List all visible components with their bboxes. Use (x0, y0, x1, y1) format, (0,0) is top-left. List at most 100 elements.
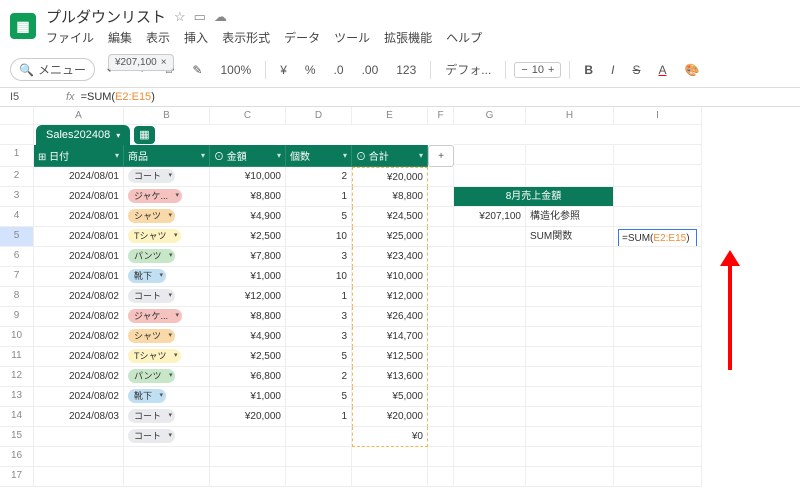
cell-date-2[interactable]: 2024/08/01 (34, 167, 124, 187)
rowhdr-3[interactable]: 3 (0, 187, 34, 207)
cell-tot-12[interactable]: ¥13,600 (352, 367, 428, 387)
rowhdr-15[interactable]: 15 (0, 427, 34, 447)
rowhdr-12[interactable]: 12 (0, 367, 34, 387)
col-A[interactable]: A (34, 107, 124, 125)
rowhdr-14[interactable]: 14 (0, 407, 34, 427)
col-C[interactable]: C (210, 107, 286, 125)
font-size-decrease[interactable]: − (521, 64, 527, 76)
cell-date-7[interactable]: 2024/08/01 (34, 267, 124, 287)
cell-tot-10[interactable]: ¥14,700 (352, 327, 428, 347)
cell-i5[interactable]: =SUM(E2:E15) (614, 227, 702, 247)
empty-16-7[interactable] (526, 447, 614, 467)
empty-17-3[interactable] (286, 467, 352, 487)
cell-prod-7[interactable]: 靴下 (124, 267, 210, 287)
cell-tot-9[interactable]: ¥26,400 (352, 307, 428, 327)
cell-tot-8[interactable]: ¥12,000 (352, 287, 428, 307)
cell-amt-3[interactable]: ¥8,800 (210, 187, 286, 207)
cell-prod-3[interactable]: ジャケ... (124, 187, 210, 207)
font-select[interactable]: デフォ... (439, 58, 497, 81)
product-chip[interactable]: パンツ (128, 369, 175, 383)
text-color-button[interactable]: A (652, 60, 672, 80)
cell-qty-8[interactable]: 1 (286, 287, 352, 307)
rowhdr-6[interactable]: 6 (0, 247, 34, 267)
product-chip[interactable]: コート (128, 289, 175, 303)
rowhdr-11[interactable]: 11 (0, 347, 34, 367)
cell-amt-6[interactable]: ¥7,800 (210, 247, 286, 267)
rowhdr-5[interactable]: 5 (0, 227, 34, 247)
menu-7[interactable]: 拡張機能 (384, 29, 432, 46)
menu-5[interactable]: データ (284, 29, 320, 46)
cell-qty-10[interactable]: 3 (286, 327, 352, 347)
product-chip[interactable]: コート (128, 169, 175, 183)
cell-date-5[interactable]: 2024/08/01 (34, 227, 124, 247)
cell-amt-8[interactable]: ¥12,000 (210, 287, 286, 307)
product-chip[interactable]: ジャケ... (128, 309, 182, 323)
rowhdr-16[interactable]: 16 (0, 447, 34, 467)
menu-6[interactable]: ツール (334, 29, 370, 46)
product-chip[interactable]: Tシャツ (128, 229, 181, 243)
table-options-icon[interactable]: ▦ (134, 126, 154, 144)
star-icon[interactable]: ☆ (174, 9, 186, 25)
product-chip[interactable]: 靴下 (128, 269, 166, 283)
cell-qty-6[interactable]: 3 (286, 247, 352, 267)
rowhdr-2[interactable]: 2 (0, 167, 34, 187)
cell-tot-6[interactable]: ¥23,400 (352, 247, 428, 267)
cell-prod-9[interactable]: ジャケ... (124, 307, 210, 327)
cell-amt-2[interactable]: ¥10,000 (210, 167, 286, 187)
paint-format-button[interactable]: ✎ (186, 60, 208, 80)
cell-prod-4[interactable]: シャツ (124, 207, 210, 227)
product-chip[interactable]: パンツ (128, 249, 175, 263)
cell-qty-7[interactable]: 10 (286, 267, 352, 287)
col-I[interactable]: I (614, 107, 702, 125)
rowhdr-17[interactable]: 17 (0, 467, 34, 487)
cell-date-6[interactable]: 2024/08/01 (34, 247, 124, 267)
doc-title[interactable]: プルダウンリスト (46, 6, 166, 27)
empty-16-5[interactable] (428, 447, 454, 467)
cell-tot-3[interactable]: ¥8,800 (352, 187, 428, 207)
empty-17-5[interactable] (428, 467, 454, 487)
percent-button[interactable]: % (299, 60, 322, 80)
th-total[interactable]: ⊙ 合計▾ (352, 145, 428, 167)
empty-16-2[interactable] (210, 447, 286, 467)
bold-button[interactable]: B (578, 60, 599, 80)
product-chip[interactable]: シャツ (128, 329, 175, 343)
cell-prod-5[interactable]: Tシャツ (124, 227, 210, 247)
cell-date-11[interactable]: 2024/08/02 (34, 347, 124, 367)
cell-tot-15[interactable]: ¥0 (352, 427, 428, 447)
cell-tot-5[interactable]: ¥25,000 (352, 227, 428, 247)
empty-16-3[interactable] (286, 447, 352, 467)
cell-prod-2[interactable]: コート (124, 167, 210, 187)
font-size-box[interactable]: − 10 + (514, 62, 561, 78)
cell-date-10[interactable]: 2024/08/02 (34, 327, 124, 347)
col-H[interactable]: H (526, 107, 614, 125)
empty-17-1[interactable] (124, 467, 210, 487)
cell-date-14[interactable]: 2024/08/03 (34, 407, 124, 427)
cell-date-3[interactable]: 2024/08/01 (34, 187, 124, 207)
italic-button[interactable]: I (605, 60, 620, 80)
cell-qty-9[interactable]: 3 (286, 307, 352, 327)
menu-2[interactable]: 表示 (146, 29, 170, 46)
th-amount[interactable]: ⊙ 金額▾ (210, 145, 286, 167)
cell-date-15[interactable] (34, 427, 124, 447)
cell-prod-13[interactable]: 靴下 (124, 387, 210, 407)
empty-16-6[interactable] (454, 447, 526, 467)
empty-17-2[interactable] (210, 467, 286, 487)
menu-search[interactable]: 🔍 メニュー (10, 58, 95, 81)
product-chip[interactable]: コート (128, 409, 175, 423)
cell-amt-9[interactable]: ¥8,800 (210, 307, 286, 327)
cell-prod-10[interactable]: シャツ (124, 327, 210, 347)
cell-tot-14[interactable]: ¥20,000 (352, 407, 428, 427)
cell-qty-12[interactable]: 2 (286, 367, 352, 387)
product-chip[interactable]: シャツ (128, 209, 175, 223)
cell-amt-14[interactable]: ¥20,000 (210, 407, 286, 427)
product-chip[interactable]: ジャケ... (128, 189, 182, 203)
th-date[interactable]: ⊞ 日付▾ (34, 145, 124, 167)
decrease-decimal-button[interactable]: .0 (328, 60, 350, 80)
rowhdr-8[interactable]: 8 (0, 287, 34, 307)
cell-prod-8[interactable]: コート (124, 287, 210, 307)
currency-button[interactable]: ¥ (274, 60, 293, 80)
col-F[interactable]: F (428, 107, 454, 125)
empty-16-0[interactable] (34, 447, 124, 467)
cell-qty-14[interactable]: 1 (286, 407, 352, 427)
cell-qty-11[interactable]: 5 (286, 347, 352, 367)
